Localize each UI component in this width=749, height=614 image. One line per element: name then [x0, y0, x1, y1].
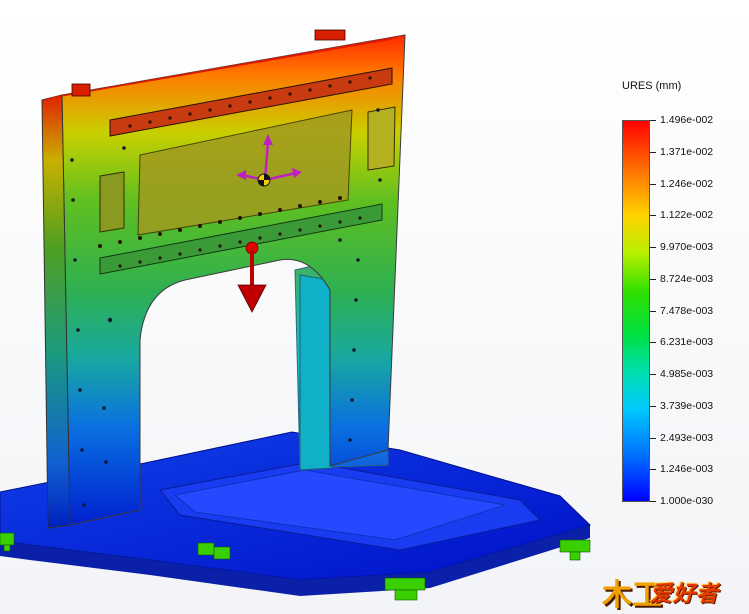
watermark-logo: 木工 爱好者 — [602, 570, 742, 612]
legend-tick-label: 3.739e-003 — [660, 399, 714, 412]
legend-tick — [650, 437, 656, 439]
legend-tick-label: 7.478e-003 — [660, 304, 714, 317]
color-legend: URES (mm) 1.496e-002 1.371e-002 1.246e-002… — [600, 70, 740, 510]
legend-tick-label: 6.231e-003 — [660, 336, 714, 349]
legend-tick — [650, 215, 656, 217]
legend-tick-label: 1.000e-030 — [660, 495, 714, 507]
legend-tick — [650, 342, 656, 344]
top-tab-left — [71, 83, 91, 97]
legend-tick — [650, 374, 656, 375]
legend-tick-label: 1.371e-002 — [660, 145, 714, 158]
top-tab-right — [314, 29, 346, 41]
legend-title: URES (mm) — [622, 80, 682, 92]
legend-tick — [650, 501, 656, 502]
legend-tick-label: 1.246e-002 — [660, 177, 714, 190]
legend-tick-label: 4.985e-003 — [660, 368, 714, 380]
graphics-viewport[interactable]: URES (mm) 1.496e-002 1.371e-002 1.246e-002… — [0, 0, 749, 614]
legend-tick — [650, 120, 656, 121]
legend-tick — [650, 278, 656, 280]
legend-tick-label: 1.122e-002 — [660, 209, 714, 222]
side-slot-left — [99, 171, 125, 233]
legend-tick — [650, 183, 656, 185]
legend-tick — [650, 151, 656, 153]
legend-tick-label: 2.493e-003 — [660, 431, 714, 444]
right-leg-front — [299, 274, 333, 471]
legend-tick — [650, 310, 656, 312]
legend-tick-label: 1.496e-002 — [660, 114, 714, 126]
logo-text: 爱好者 — [650, 581, 720, 606]
legend-tick-label: 8.724e-003 — [660, 272, 714, 285]
legend-tick-label: 9.970e-003 — [660, 241, 714, 253]
legend-tick — [650, 469, 656, 471]
legend-tick-label: 1.246e-003 — [660, 463, 714, 476]
legend-tick — [650, 405, 656, 407]
legend-colorbar — [622, 120, 650, 502]
legend-tick — [650, 247, 656, 248]
side-slot-right — [367, 106, 396, 171]
